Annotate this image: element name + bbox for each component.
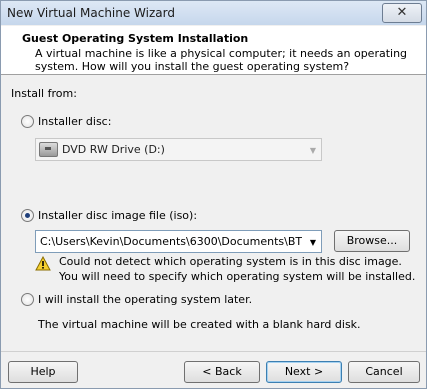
footer-divider xyxy=(1,351,426,352)
browse-button[interactable]: Browse... xyxy=(334,230,410,252)
page-description: A virtual machine is like a physical com… xyxy=(35,47,408,73)
disc-drive-icon xyxy=(39,142,58,157)
disc-drive-dropdown[interactable]: DVD RW Drive (D:) ▼ xyxy=(35,138,322,161)
cancel-button[interactable]: Cancel xyxy=(348,361,420,383)
install-from-label: Install from: xyxy=(11,87,77,100)
page-title: Guest Operating System Installation xyxy=(22,32,249,45)
help-button[interactable]: Help xyxy=(8,361,78,383)
back-button[interactable]: < Back xyxy=(184,361,260,383)
close-button[interactable]: ✕ xyxy=(382,3,422,23)
iso-path-combobox[interactable]: C:\Users\Kevin\Documents\6300\Documents\… xyxy=(35,230,322,253)
window-title: New Virtual Machine Wizard xyxy=(7,6,175,20)
install-later-note: The virtual machine will be created with… xyxy=(38,318,361,331)
install-later-label[interactable]: I will install the operating system late… xyxy=(38,293,252,306)
close-icon: ✕ xyxy=(396,5,408,20)
title-bar: New Virtual Machine Wizard ✕ xyxy=(1,1,426,25)
warning-line-1: Could not detect which operating system … xyxy=(59,255,402,268)
install-later-radio[interactable] xyxy=(21,293,34,306)
installer-disc-label[interactable]: Installer disc: xyxy=(38,115,111,128)
chevron-down-icon[interactable]: ▼ xyxy=(310,238,316,247)
warning-line-2: You will need to specify which operating… xyxy=(59,270,416,283)
chevron-down-icon: ▼ xyxy=(309,146,316,155)
disc-drive-value: DVD RW Drive (D:) xyxy=(62,143,165,156)
iso-label[interactable]: Installer disc image file (iso): xyxy=(38,209,197,222)
warning-icon xyxy=(35,256,51,271)
iso-radio[interactable] xyxy=(21,209,34,222)
installer-disc-radio[interactable] xyxy=(21,115,34,128)
iso-path-value: C:\Users\Kevin\Documents\6300\Documents\… xyxy=(40,235,302,248)
wizard-window: New Virtual Machine Wizard ✕ Guest Opera… xyxy=(0,0,427,389)
wizard-header: Guest Operating System Installation A vi… xyxy=(1,26,426,75)
next-button[interactable]: Next > xyxy=(266,361,342,383)
wizard-content: Install from: Installer disc: DVD RW Dri… xyxy=(1,75,426,351)
